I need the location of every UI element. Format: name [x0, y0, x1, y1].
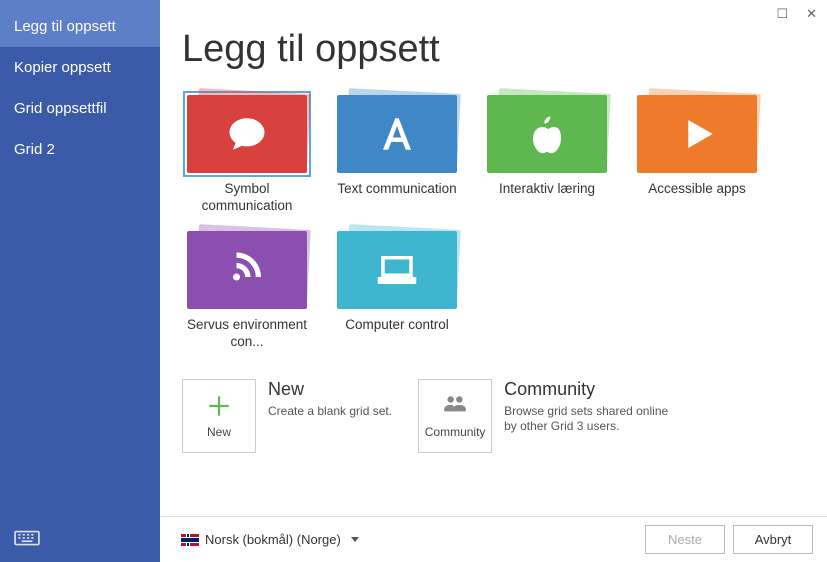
option-title: Community: [504, 379, 684, 400]
option-new[interactable]: New New Create a blank grid set.: [182, 379, 392, 453]
maximize-button[interactable]: ☐: [776, 6, 788, 22]
sidebar-item-copy-gridset[interactable]: Kopier oppsett: [0, 47, 160, 88]
tile-text-communication[interactable]: Text communication: [332, 95, 462, 215]
option-card-new: New: [182, 379, 256, 453]
titlebar: ☐ ✕: [776, 6, 817, 22]
sidebar: Legg til oppsett Kopier oppsett Grid opp…: [0, 0, 160, 562]
tile-label: Text communication: [332, 181, 462, 198]
option-desc: Browse grid sets shared online by other …: [504, 404, 684, 435]
tile-label: Accessible apps: [632, 181, 762, 198]
option-card-community: Community: [418, 379, 492, 453]
language-label: Norsk (bokmål) (Norge): [205, 532, 341, 547]
option-card-label: Community: [425, 425, 486, 439]
sidebar-item-label: Grid 2: [14, 141, 55, 158]
tile-accessible-apps[interactable]: Accessible apps: [632, 95, 762, 215]
sidebar-item-label: Kopier oppsett: [14, 59, 111, 76]
letter-a-icon: [376, 113, 418, 155]
sidebar-item-add-gridset[interactable]: Legg til oppsett: [0, 0, 160, 47]
laptop-icon: [376, 249, 418, 291]
tile-computer-control[interactable]: Computer control: [332, 231, 462, 351]
tile-grid: Symbol communication Text communication: [182, 95, 805, 351]
tile-label: Computer control: [332, 317, 462, 334]
tile-symbol-communication[interactable]: Symbol communication: [182, 95, 312, 215]
cancel-button[interactable]: Avbryt: [733, 525, 813, 554]
option-desc: Create a blank grid set.: [268, 404, 392, 420]
users-icon: [442, 393, 468, 419]
flag-icon: [181, 534, 199, 546]
sidebar-item-label: Legg til oppsett: [14, 18, 116, 35]
tile-label: Interaktiv læring: [482, 181, 612, 198]
tile-environment-control[interactable]: Servus environment con...: [182, 231, 312, 351]
plus-icon: [206, 393, 232, 419]
play-icon: [676, 113, 718, 155]
next-button[interactable]: Neste: [645, 525, 725, 554]
options-row: New New Create a blank grid set. Communi…: [182, 379, 805, 453]
content: Legg til oppsett Symbol communication: [160, 0, 827, 516]
option-community[interactable]: Community Community Browse grid sets sha…: [418, 379, 684, 453]
signal-icon: [226, 249, 268, 291]
sidebar-item-label: Grid oppsettfil: [14, 100, 107, 117]
footer: Norsk (bokmål) (Norge) Neste Avbryt: [160, 516, 827, 562]
tile-label: Symbol communication: [182, 181, 312, 215]
option-card-label: New: [207, 425, 231, 439]
tile-interactive-learning[interactable]: Interaktiv læring: [482, 95, 612, 215]
page-title: Legg til oppsett: [182, 28, 805, 71]
option-title: New: [268, 379, 392, 400]
close-button[interactable]: ✕: [806, 6, 817, 22]
keyboard-icon[interactable]: [0, 519, 160, 562]
language-select[interactable]: Norsk (bokmål) (Norge): [174, 527, 366, 552]
speech-icon: [226, 113, 268, 155]
tile-label: Servus environment con...: [182, 317, 312, 351]
chevron-down-icon: [351, 537, 359, 542]
sidebar-item-gridset-file[interactable]: Grid oppsettfil: [0, 88, 160, 129]
main: ☐ ✕ Legg til oppsett Symbol communicatio…: [160, 0, 827, 562]
apple-icon: [526, 113, 568, 155]
sidebar-item-grid2[interactable]: Grid 2: [0, 129, 160, 170]
